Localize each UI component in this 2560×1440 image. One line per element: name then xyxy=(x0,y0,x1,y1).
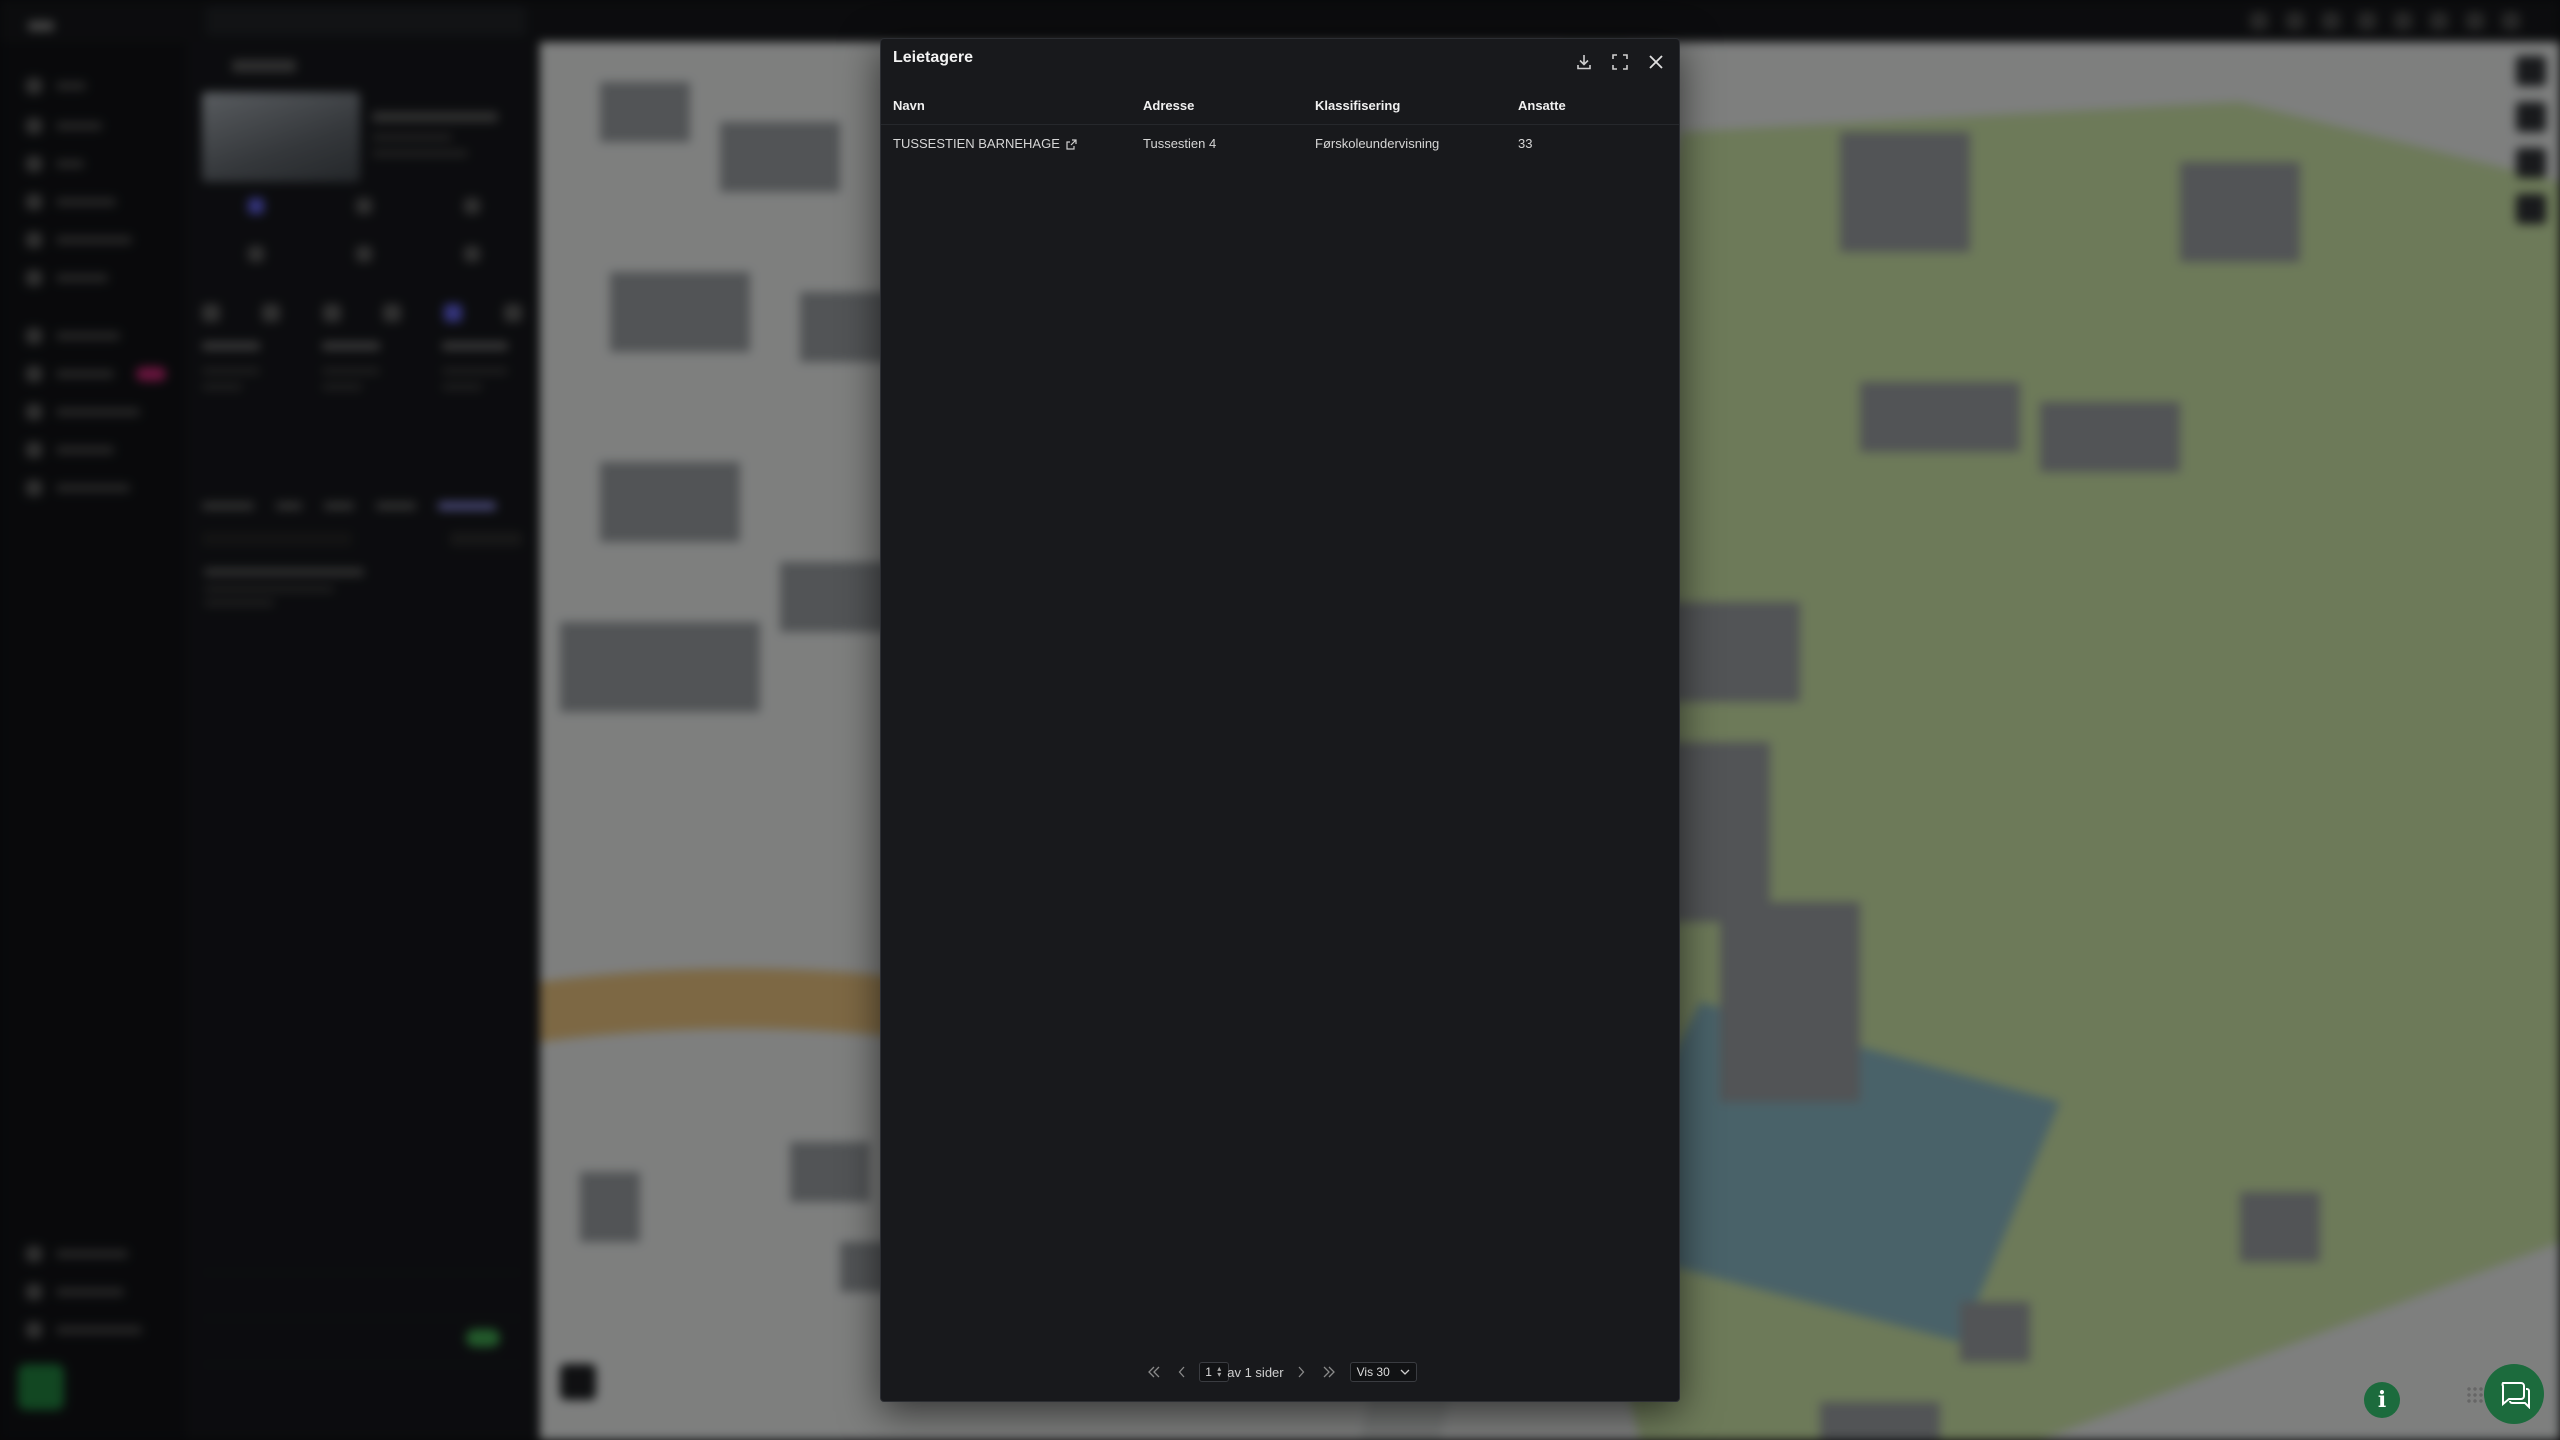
chevron-down-icon xyxy=(1400,1369,1410,1375)
column-header-adresse[interactable]: Adresse xyxy=(1143,87,1194,125)
page-size-select[interactable]: Vis 30 xyxy=(1349,1362,1417,1382)
cell-adresse: Tussestien 4 xyxy=(1143,136,1217,151)
tenants-table: Navn Adresse Klassifisering Ansatte TUSS… xyxy=(881,87,1679,163)
external-link-icon xyxy=(1066,138,1077,150)
pagination: ▴▾ av 1 sider Vis 30 xyxy=(881,1357,1679,1387)
modal-title: Leietagere xyxy=(893,49,974,66)
tenant-name: TUSSESTIEN BARNEHAGE xyxy=(893,136,1060,151)
chat-icon xyxy=(2501,1382,2530,1409)
table-header: Navn Adresse Klassifisering Ansatte xyxy=(881,87,1679,125)
close-button[interactable] xyxy=(1641,47,1671,77)
column-header-navn[interactable]: Navn xyxy=(893,87,925,125)
download-icon xyxy=(1577,55,1591,70)
table-row: TUSSESTIEN BARNEHAGE Tussestien 4 Førsko… xyxy=(881,125,1679,163)
cell-klassifisering: Førskoleundervisning xyxy=(1315,136,1440,151)
previous-page-button[interactable] xyxy=(1171,1361,1193,1383)
fullscreen-icon xyxy=(1612,54,1628,70)
next-page-icon xyxy=(1298,1366,1304,1378)
last-page-button[interactable] xyxy=(1318,1361,1340,1383)
column-header-ansatte[interactable]: Ansatte xyxy=(1518,87,1566,125)
first-page-button[interactable] xyxy=(1143,1361,1165,1383)
stepper-arrows-icon: ▴ ▾ xyxy=(1217,1364,1222,1379)
next-page-button[interactable] xyxy=(1290,1361,1312,1383)
column-header-klassifisering[interactable]: Klassifisering xyxy=(1315,87,1400,125)
info-icon: i xyxy=(2377,1387,2387,1413)
tenants-modal: Leietagere Navn Adresse Klassifisering A… xyxy=(880,38,1680,1402)
first-page-icon xyxy=(1148,1366,1160,1378)
download-button[interactable] xyxy=(1569,47,1599,77)
page-size-label: Vis 30 xyxy=(1356,1365,1390,1379)
chat-button[interactable] xyxy=(2484,1364,2544,1424)
cell-ansatte: 33 xyxy=(1518,136,1533,151)
last-page-icon xyxy=(1323,1366,1335,1378)
page-count-text: av 1 sider xyxy=(1227,1364,1284,1380)
modal-actions xyxy=(1569,47,1671,77)
cell-navn: TUSSESTIEN BARNEHAGE xyxy=(893,125,1077,163)
page-number-input[interactable] xyxy=(1199,1362,1230,1382)
page-number-stepper[interactable]: ▴▾ xyxy=(1199,1362,1230,1382)
tenant-link[interactable]: TUSSESTIEN BARNEHAGE xyxy=(893,125,1077,163)
info-button[interactable]: i xyxy=(2364,1382,2400,1418)
previous-page-icon xyxy=(1178,1366,1185,1378)
drag-handle-icon[interactable] xyxy=(2466,1386,2484,1404)
fullscreen-button[interactable] xyxy=(1605,47,1635,77)
close-icon xyxy=(1649,55,1663,69)
